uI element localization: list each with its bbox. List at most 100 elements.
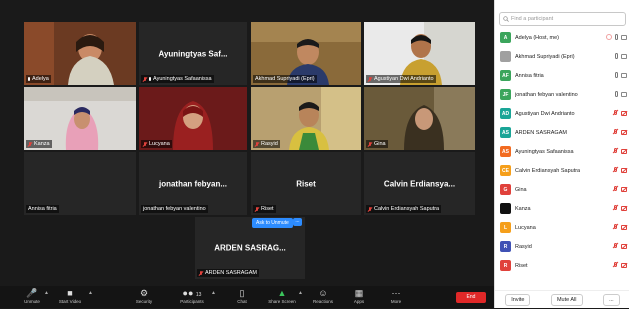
video-tile[interactable]: Adelya [24,22,136,85]
participants-options-caret[interactable]: ▲ [211,290,216,296]
start-video-label: Start Video [58,299,82,304]
share-screen-icon: ▲ [277,288,287,298]
video-tile[interactable]: Ayuningtyas Saf... Ayuningtyas Safaaniss… [139,22,247,85]
share-options-caret[interactable]: ▲ [298,290,303,296]
reactions-button[interactable]: ☺ Reactions [305,288,341,304]
video-tile[interactable]: Agustiyan Dwi Andrianto [364,22,475,85]
participant-row[interactable]: JF jonathan febyan valentino [495,85,629,104]
participant-row[interactable]: AD Agustiyan Dwi Andrianto [495,104,629,123]
video-tile-active-speaker[interactable]: Akhmad Supriyadi (Epri) [251,22,361,85]
participant-status-icons [613,110,627,116]
apps-icon: ▦ [354,288,364,298]
participants-button[interactable]: ●● 13 Participants [174,288,210,304]
more-options-button[interactable]: ... [603,294,620,306]
participant-row[interactable]: Akhmad Supriyadi (Epri) [495,47,629,66]
video-tile[interactable]: Kanza [24,87,136,150]
tile-big-name: Calvin Erdiansya... [383,179,456,188]
meeting-toolbar: 🎤 Unmute ▲ ■ Start Video ▲ ⚙ Security ●●… [0,286,494,308]
camera-icon [621,91,627,97]
tile-more-options-button[interactable]: ... [293,218,302,226]
tile-name: Lucyana [149,141,170,147]
participant-status-icons [613,224,627,230]
video-tile[interactable]: Rasyid [251,87,361,150]
participant-row[interactable]: AS ARDEN SASRAGAM [495,123,629,142]
participant-avatar: AF [500,70,511,81]
video-tile[interactable]: jonathan febyan... jonathan febyan valen… [139,152,247,215]
participant-name: Calvin Erdiansyah Saputra [515,167,581,174]
tile-name-label: Ayuningtyas Safaanissa [141,75,214,83]
participant-row[interactable]: CE Calvin Erdiansyah Saputra [495,161,629,180]
participant-row[interactable]: R Rasyid [495,237,629,256]
share-screen-label: Share Screen [268,299,296,304]
participant-row[interactable]: L Lucyana [495,218,629,237]
participant-row[interactable]: AF Annisa fitria [495,66,629,85]
camera-off-icon [621,110,627,116]
video-tile[interactable]: Lucyana [139,87,247,150]
security-button[interactable]: ⚙ Security [126,288,162,304]
tile-name: Adelya [32,76,49,82]
tile-name: jonathan febyan valentino [143,206,206,212]
video-tile[interactable]: Riset Riset [251,152,361,215]
participant-avatar: R [500,260,511,271]
participant-row[interactable]: A Adelya (Host, me) [495,28,629,47]
video-tile[interactable]: Calvin Erdiansya... Calvin Erdiansyah Sa… [364,152,475,215]
mic-muted-icon [613,110,618,116]
participant-name: Akhmad Supriyadi (Epri) [515,53,575,60]
mic-muted-icon [613,262,618,268]
mic-muted-icon [613,148,618,154]
video-tile[interactable]: Gina [364,87,475,150]
video-tile[interactable]: Annisa fitria [24,152,136,215]
end-meeting-button[interactable]: End [456,292,486,303]
mic-icon [615,53,618,59]
participant-search-box[interactable] [499,12,626,26]
mic-icon [615,34,618,40]
camera-off-icon [621,205,627,211]
tile-name: Riset [261,206,274,212]
tile-name: Rasyid [261,141,278,147]
video-options-caret[interactable]: ▲ [88,290,93,296]
tile-name-label: Calvin Erdiansyah Saputra [366,205,442,213]
mute-all-button[interactable]: Mute All [550,294,583,306]
tile-name-label: Rasyid [253,140,280,148]
mic-muted-icon [613,167,618,173]
tile-name: Kanza [34,141,50,147]
more-button[interactable]: ⋯ More [378,288,414,304]
tile-name-label: Gina [366,140,388,148]
camera-icon [621,72,627,78]
chat-button[interactable]: ▯ Chat [224,288,260,304]
participant-row[interactable]: Kanza [495,199,629,218]
mic-muted-icon [255,141,259,147]
participant-row[interactable]: AS Ayuningtyas Safaanissa [495,142,629,161]
tile-name-label: jonathan febyan valentino [141,205,208,213]
participant-status-icons [613,129,627,135]
participant-status-icons [613,243,627,249]
tile-name: Ayuningtyas Safaanissa [153,76,212,82]
participant-avatar: G [500,184,511,195]
camera-off-icon [621,262,627,268]
apps-button[interactable]: ▦ Apps [341,288,377,304]
mic-muted-icon [613,224,618,230]
start-video-button[interactable]: ■ Start Video [52,288,88,304]
mic-muted-icon [613,129,618,135]
participant-name: Annisa fitria [515,72,544,79]
participant-status-icons [615,53,627,59]
tile-name: ARDEN SASRAGAM [205,270,257,276]
participant-name: Gina [515,186,527,193]
search-icon [503,16,509,22]
video-camera-icon: ■ [67,288,73,298]
share-screen-button[interactable]: ▲ Share Screen [264,288,300,304]
participant-row[interactable]: R Riset [495,256,629,275]
tile-big-name: jonathan febyan... [158,179,227,188]
ask-to-unmute-button[interactable]: Ask to Unmute [252,218,293,228]
mic-muted-icon [368,76,372,82]
tile-name-label: Akhmad Supriyadi (Epri) [253,75,317,83]
participant-row[interactable]: G Gina [495,180,629,199]
participant-search-input[interactable] [511,16,621,22]
participant-avatar: A [500,32,511,43]
audio-options-caret[interactable]: ▲ [44,290,49,296]
participant-status-icons [613,262,627,268]
participant-name: Kanza [515,205,531,212]
invite-button[interactable]: Invite [505,294,531,306]
participant-avatar [500,51,511,62]
camera-off-icon [621,224,627,230]
